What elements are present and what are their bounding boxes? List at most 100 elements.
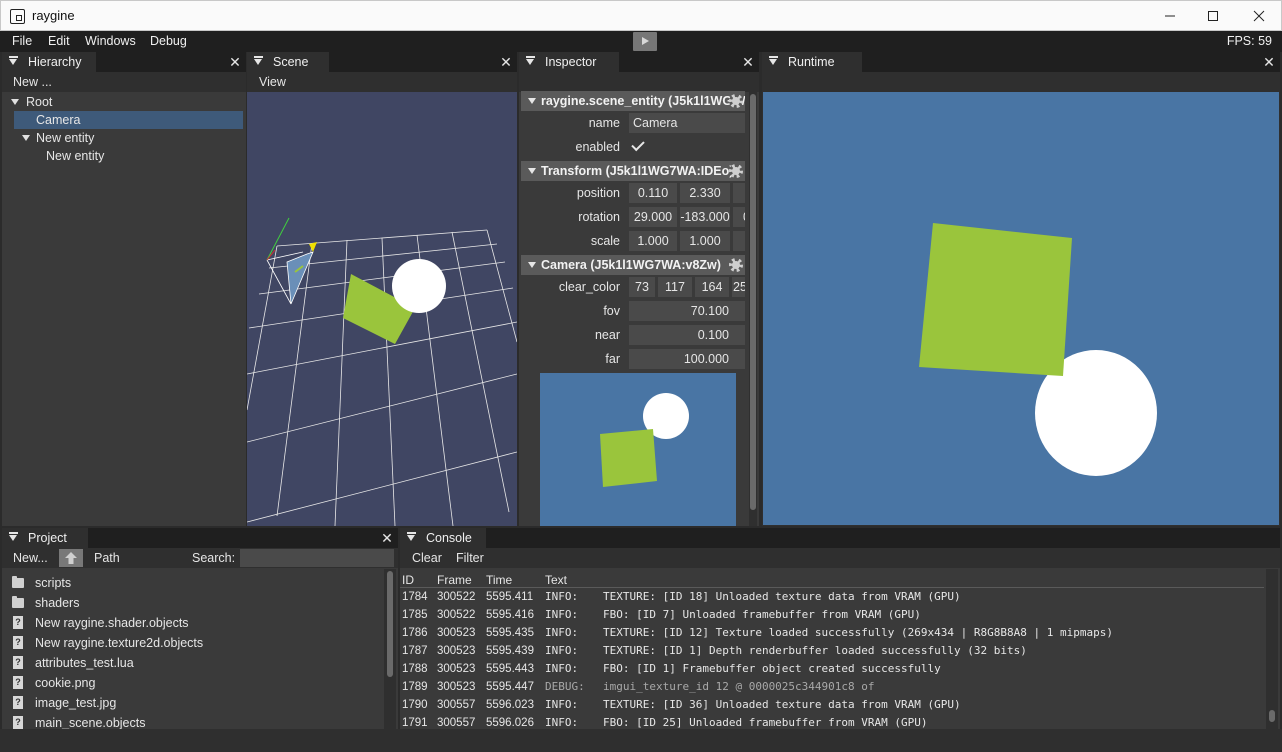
log-text: imgui_texture_id 12 @ 0000025c344901c8 o… xyxy=(603,680,875,693)
inspector-scrollbar[interactable] xyxy=(749,92,757,526)
console-scroll-thumb[interactable] xyxy=(1269,710,1275,722)
collapse-icon[interactable] xyxy=(768,56,778,65)
menu-edit[interactable]: Edit xyxy=(48,34,70,48)
console-filter-button[interactable]: Filter xyxy=(456,551,484,565)
play-button[interactable] xyxy=(633,32,657,51)
log-id: 1787 xyxy=(402,645,428,657)
console-scrollbar[interactable] xyxy=(1266,569,1278,729)
runtime-viewport[interactable] xyxy=(763,92,1279,525)
log-time: 5595.443 xyxy=(486,663,534,675)
minimize-button[interactable] xyxy=(1147,1,1193,31)
column-header-time[interactable]: Time xyxy=(486,573,512,587)
tab-inspector-label: Inspector xyxy=(545,55,597,69)
console-clear-button[interactable]: Clear xyxy=(412,551,442,565)
position-x-input[interactable]: 0.110 xyxy=(629,183,677,203)
collapse-icon[interactable] xyxy=(525,56,535,65)
tab-scene[interactable]: Scene xyxy=(247,52,329,72)
window-title: raygine xyxy=(32,8,75,23)
close-icon[interactable]: ✕ xyxy=(741,54,755,70)
menu-file[interactable]: File xyxy=(12,34,32,48)
scene-view-menu[interactable]: View xyxy=(259,75,286,89)
close-icon[interactable]: ✕ xyxy=(499,54,513,70)
menu-windows[interactable]: Windows xyxy=(85,34,136,48)
collapse-icon[interactable] xyxy=(8,532,18,541)
close-icon xyxy=(1253,10,1265,22)
gear-icon[interactable] xyxy=(729,164,743,178)
project-item-label: main_scene.objects xyxy=(35,716,146,729)
up-folder-button[interactable] xyxy=(59,549,83,567)
tree-item-label: New entity xyxy=(46,149,105,163)
search-input[interactable] xyxy=(240,549,394,567)
column-header-text[interactable]: Text xyxy=(545,573,567,587)
gear-icon[interactable] xyxy=(729,94,743,108)
console-panel: Console Clear Filter ID Frame Time Text … xyxy=(400,528,1280,729)
scale-z-input[interactable] xyxy=(733,231,745,251)
log-level: INFO: xyxy=(545,608,579,621)
expand-arrow-icon[interactable] xyxy=(11,99,19,105)
runtime-cube xyxy=(919,223,1072,376)
tree-item-root[interactable]: Root xyxy=(2,93,242,111)
tree-item-new-entity[interactable]: New entity xyxy=(14,129,243,147)
project-scrollbar[interactable] xyxy=(384,569,396,729)
tab-console[interactable]: Console xyxy=(400,528,486,548)
search-label: Search: xyxy=(192,551,236,565)
close-icon[interactable]: ✕ xyxy=(380,530,394,546)
rotation-y-input[interactable]: -183.000 xyxy=(680,207,730,227)
clear-color-g-input[interactable]: 117 xyxy=(658,277,692,297)
camera-section-header[interactable]: Camera (J5k1l1WG7WA:v8Zw) xyxy=(521,255,745,275)
close-icon[interactable]: ✕ xyxy=(1262,54,1276,70)
name-input[interactable]: Camera xyxy=(629,113,745,133)
tab-runtime[interactable]: Runtime xyxy=(762,52,862,72)
tab-inspector[interactable]: Inspector xyxy=(519,52,619,72)
far-label: far xyxy=(605,352,620,366)
transform-section-header[interactable]: Transform (J5k1l1WG7WA:IDEo) xyxy=(521,161,745,181)
scale-x-input[interactable]: 1.000 xyxy=(629,231,677,251)
enabled-checkbox[interactable] xyxy=(631,137,645,152)
inspector-scroll-thumb[interactable] xyxy=(750,94,756,510)
close-icon[interactable]: ✕ xyxy=(228,54,242,70)
collapse-icon[interactable] xyxy=(406,532,416,541)
scale-y-input[interactable]: 1.000 xyxy=(680,231,730,251)
entity-section-header[interactable]: raygine.scene_entity (J5k1l1WG7WA xyxy=(521,91,745,111)
camera-preview xyxy=(540,373,736,526)
project-scroll-thumb[interactable] xyxy=(387,571,393,677)
column-header-id[interactable]: ID xyxy=(402,573,414,587)
project-item-label: scripts xyxy=(35,576,72,590)
collapse-icon[interactable] xyxy=(528,168,536,174)
runtime-panel: Runtime ✕ xyxy=(762,52,1280,526)
log-id: 1789 xyxy=(402,681,428,693)
expand-arrow-icon[interactable] xyxy=(22,135,30,141)
log-id: 1790 xyxy=(402,699,428,711)
collapse-icon[interactable] xyxy=(528,262,536,268)
tab-hierarchy-label: Hierarchy xyxy=(28,55,82,69)
clear-color-r-input[interactable]: 73 xyxy=(629,277,655,297)
tab-hierarchy[interactable]: Hierarchy xyxy=(2,52,96,72)
hierarchy-new-menu[interactable]: New ... xyxy=(13,75,52,89)
tab-runtime-label: Runtime xyxy=(788,55,835,69)
fov-input[interactable]: 70.100 xyxy=(629,301,745,321)
rotation-x-input[interactable]: 29.000 xyxy=(629,207,677,227)
rotation-z-input[interactable]: 0 xyxy=(733,207,745,227)
clear-color-a-input[interactable]: 25 xyxy=(732,277,745,297)
collapse-icon[interactable] xyxy=(8,56,18,65)
close-window-button[interactable] xyxy=(1236,1,1282,31)
log-time: 5595.435 xyxy=(486,627,534,639)
column-header-frame[interactable]: Frame xyxy=(437,573,472,587)
project-item-label: image_test.jpg xyxy=(35,696,117,710)
collapse-icon[interactable] xyxy=(253,56,263,65)
position-y-input[interactable]: 2.330 xyxy=(680,183,730,203)
maximize-button[interactable] xyxy=(1190,1,1236,31)
collapse-icon[interactable] xyxy=(528,98,536,104)
tree-item-new-entity-child[interactable]: New entity xyxy=(24,147,243,165)
status-bar xyxy=(0,729,1282,752)
scene-viewport[interactable] xyxy=(247,92,517,526)
near-input[interactable]: 0.100 xyxy=(629,325,745,345)
position-z-input[interactable] xyxy=(733,183,745,203)
tree-item-camera[interactable]: Camera xyxy=(14,111,243,129)
menu-debug[interactable]: Debug xyxy=(150,34,187,48)
clear-color-b-input[interactable]: 164 xyxy=(695,277,729,297)
tab-project[interactable]: Project xyxy=(2,528,88,548)
far-input[interactable]: 100.000 xyxy=(629,349,745,369)
gear-icon[interactable] xyxy=(729,258,743,272)
project-new-menu[interactable]: New... xyxy=(13,551,48,565)
